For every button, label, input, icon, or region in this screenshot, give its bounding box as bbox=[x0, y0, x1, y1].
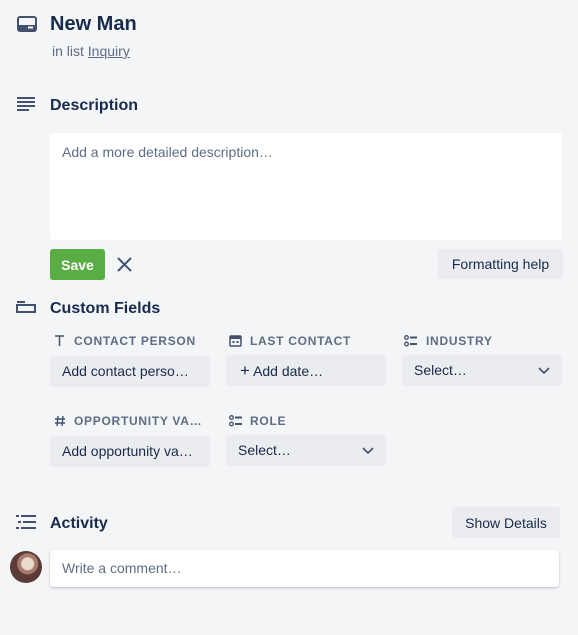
save-button[interactable]: Save bbox=[50, 249, 105, 280]
field-label-opportunity-value: OPPORTUNITY VA… bbox=[74, 414, 203, 428]
text-icon bbox=[55, 335, 64, 346]
opportunity-value-field[interactable]: Add opportunity va… bbox=[50, 436, 210, 467]
last-contact-value: Add date… bbox=[253, 363, 324, 379]
avatar[interactable] bbox=[10, 551, 42, 583]
field-label-role: ROLE bbox=[250, 414, 287, 428]
close-icon[interactable] bbox=[117, 257, 132, 272]
contact-person-field[interactable]: Add contact perso… bbox=[50, 356, 210, 387]
number-icon bbox=[55, 415, 65, 427]
comment-input[interactable]: Write a comment… bbox=[50, 550, 559, 587]
activity-heading: Activity bbox=[50, 515, 108, 532]
description-input[interactable]: Add a more detailed description… bbox=[50, 133, 562, 240]
description-heading: Description bbox=[50, 97, 139, 114]
custom-fields-heading: Custom Fields bbox=[50, 300, 161, 317]
show-details-button[interactable]: Show Details bbox=[452, 507, 560, 538]
list-link[interactable]: Inquiry bbox=[88, 43, 130, 59]
formatting-help-button[interactable]: Formatting help bbox=[438, 249, 563, 279]
industry-value: Select… bbox=[414, 362, 467, 378]
card-title[interactable]: New Man bbox=[50, 13, 137, 36]
activity-icon bbox=[16, 515, 36, 529]
industry-select[interactable]: Select… bbox=[402, 355, 562, 386]
role-value: Select… bbox=[238, 442, 291, 458]
card-icon bbox=[17, 16, 37, 32]
calendar-icon bbox=[229, 335, 242, 347]
chevron-down-icon bbox=[538, 366, 550, 374]
dropdown-field-icon bbox=[229, 415, 242, 427]
description-icon bbox=[17, 97, 35, 111]
plus-icon: + bbox=[240, 361, 250, 380]
dropdown-field-icon bbox=[404, 335, 417, 347]
chevron-down-icon bbox=[362, 446, 374, 454]
custom-fields-icon bbox=[16, 301, 36, 313]
field-label-last-contact: LAST CONTACT bbox=[250, 334, 352, 348]
role-select[interactable]: Select… bbox=[226, 435, 386, 466]
in-list-text: in list Inquiry bbox=[52, 43, 130, 59]
in-list-prefix: in list bbox=[52, 43, 84, 59]
field-label-contact-person: CONTACT PERSON bbox=[74, 334, 196, 348]
last-contact-field[interactable]: + Add date… bbox=[226, 355, 386, 386]
field-label-industry: INDUSTRY bbox=[426, 334, 493, 348]
